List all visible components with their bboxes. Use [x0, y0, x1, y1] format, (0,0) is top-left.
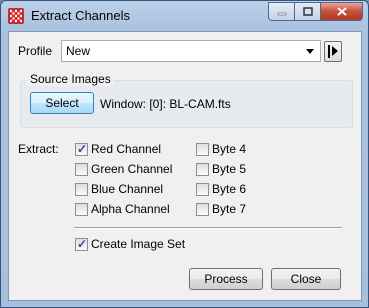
profile-dropdown[interactable]: New: [61, 40, 321, 62]
source-window-text: Window: [0]: BL-CAM.fts: [100, 94, 346, 114]
dialog-body: Profile New Source Images Select Window:…: [8, 31, 362, 301]
create-image-set-checkbox[interactable]: ✓: [75, 237, 88, 251]
title-bar[interactable]: Extract Channels: [1, 1, 368, 31]
close-button[interactable]: Close: [271, 268, 341, 290]
byte-7-label[interactable]: Byte 7: [212, 202, 246, 216]
byte-7-checkbox[interactable]: [196, 203, 209, 216]
extract-label: Extract:: [18, 142, 59, 156]
green-channel-checkbox[interactable]: [75, 163, 88, 176]
maximize-icon: [302, 7, 313, 16]
green-channel-label[interactable]: Green Channel: [91, 162, 172, 176]
minimize-button[interactable]: [268, 2, 294, 21]
byte-5-label[interactable]: Byte 5: [212, 162, 246, 176]
byte-6-checkbox[interactable]: [196, 183, 209, 196]
chevron-down-icon: [306, 49, 314, 54]
profile-run-button[interactable]: [324, 41, 342, 62]
window-controls: [268, 2, 363, 21]
byte-4-label[interactable]: Byte 4: [212, 142, 246, 156]
alpha-channel-checkbox[interactable]: [75, 203, 88, 216]
red-channel-label[interactable]: Red Channel: [91, 142, 161, 156]
close-window-button[interactable]: [320, 2, 363, 21]
red-channel-checkbox[interactable]: ✓: [75, 142, 88, 156]
byte-5-checkbox[interactable]: [196, 163, 209, 176]
window-title: Extract Channels: [31, 8, 130, 23]
blue-channel-checkbox[interactable]: [75, 183, 88, 196]
source-images-title: Source Images: [27, 72, 114, 86]
blue-channel-label[interactable]: Blue Channel: [91, 182, 163, 196]
app-logo-icon: [8, 8, 24, 24]
create-image-set-label[interactable]: Create Image Set: [91, 237, 185, 251]
play-icon: [332, 46, 338, 56]
divider: [74, 227, 342, 229]
close-icon: [336, 7, 347, 16]
process-button[interactable]: Process: [189, 268, 263, 290]
select-button[interactable]: Select: [30, 92, 94, 114]
alpha-channel-label[interactable]: Alpha Channel: [91, 202, 170, 216]
minimize-icon: [277, 12, 286, 15]
byte-6-label[interactable]: Byte 6: [212, 182, 246, 196]
profile-label: Profile: [18, 44, 53, 58]
profile-value: New: [66, 44, 91, 58]
dialog-window: Extract Channels Profile New Source Imag…: [0, 0, 369, 308]
bar-icon: [328, 45, 330, 58]
byte-4-checkbox[interactable]: [196, 143, 209, 156]
checkmark-icon: ✓: [77, 142, 88, 156]
checkmark-icon: ✓: [77, 237, 88, 251]
maximize-button[interactable]: [294, 2, 320, 21]
